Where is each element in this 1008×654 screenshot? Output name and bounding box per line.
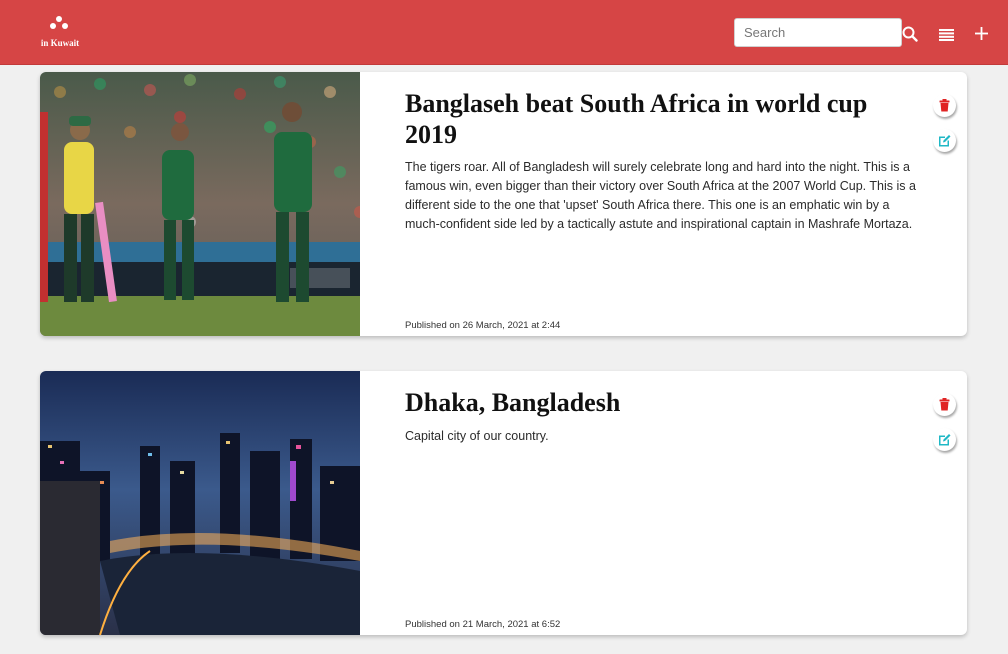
post-description: The tigers roar. All of Bangladesh will … — [405, 160, 916, 231]
cricket-match-photo — [40, 72, 360, 336]
edit-button[interactable] — [933, 129, 956, 152]
post-card: Dhaka, Bangladesh Capital city of our co… — [40, 371, 967, 635]
post-card: Banglaseh beat South Africa in world cup… — [40, 72, 967, 336]
delete-button[interactable] — [933, 94, 956, 117]
edit-button[interactable] — [933, 428, 956, 451]
edit-icon — [939, 434, 951, 446]
post-title[interactable]: Dhaka, Bangladesh — [405, 387, 915, 418]
post-date: Published on 26 March, 2021 at 2:44 — [405, 320, 561, 331]
logo-dots-icon — [49, 16, 69, 36]
delete-icon — [939, 99, 950, 112]
post-title[interactable]: Banglaseh beat South Africa in world cup… — [405, 88, 915, 150]
search-icon[interactable] — [902, 26, 918, 42]
post-date: Published on 21 March, 2021 at 6:52 — [405, 619, 561, 630]
post-description: Capital city of our country. — [405, 429, 549, 443]
list-icon[interactable] — [939, 28, 954, 41]
search-input[interactable] — [734, 18, 902, 47]
top-navbar: in Kuwait — [0, 0, 1008, 65]
delete-button[interactable] — [933, 393, 956, 416]
delete-icon — [939, 398, 950, 411]
logo-text: in Kuwait — [40, 38, 80, 48]
edit-icon — [939, 135, 951, 147]
plus-icon[interactable] — [975, 27, 988, 40]
dhaka-night-city-photo — [40, 371, 360, 635]
logo[interactable]: in Kuwait — [38, 14, 82, 52]
